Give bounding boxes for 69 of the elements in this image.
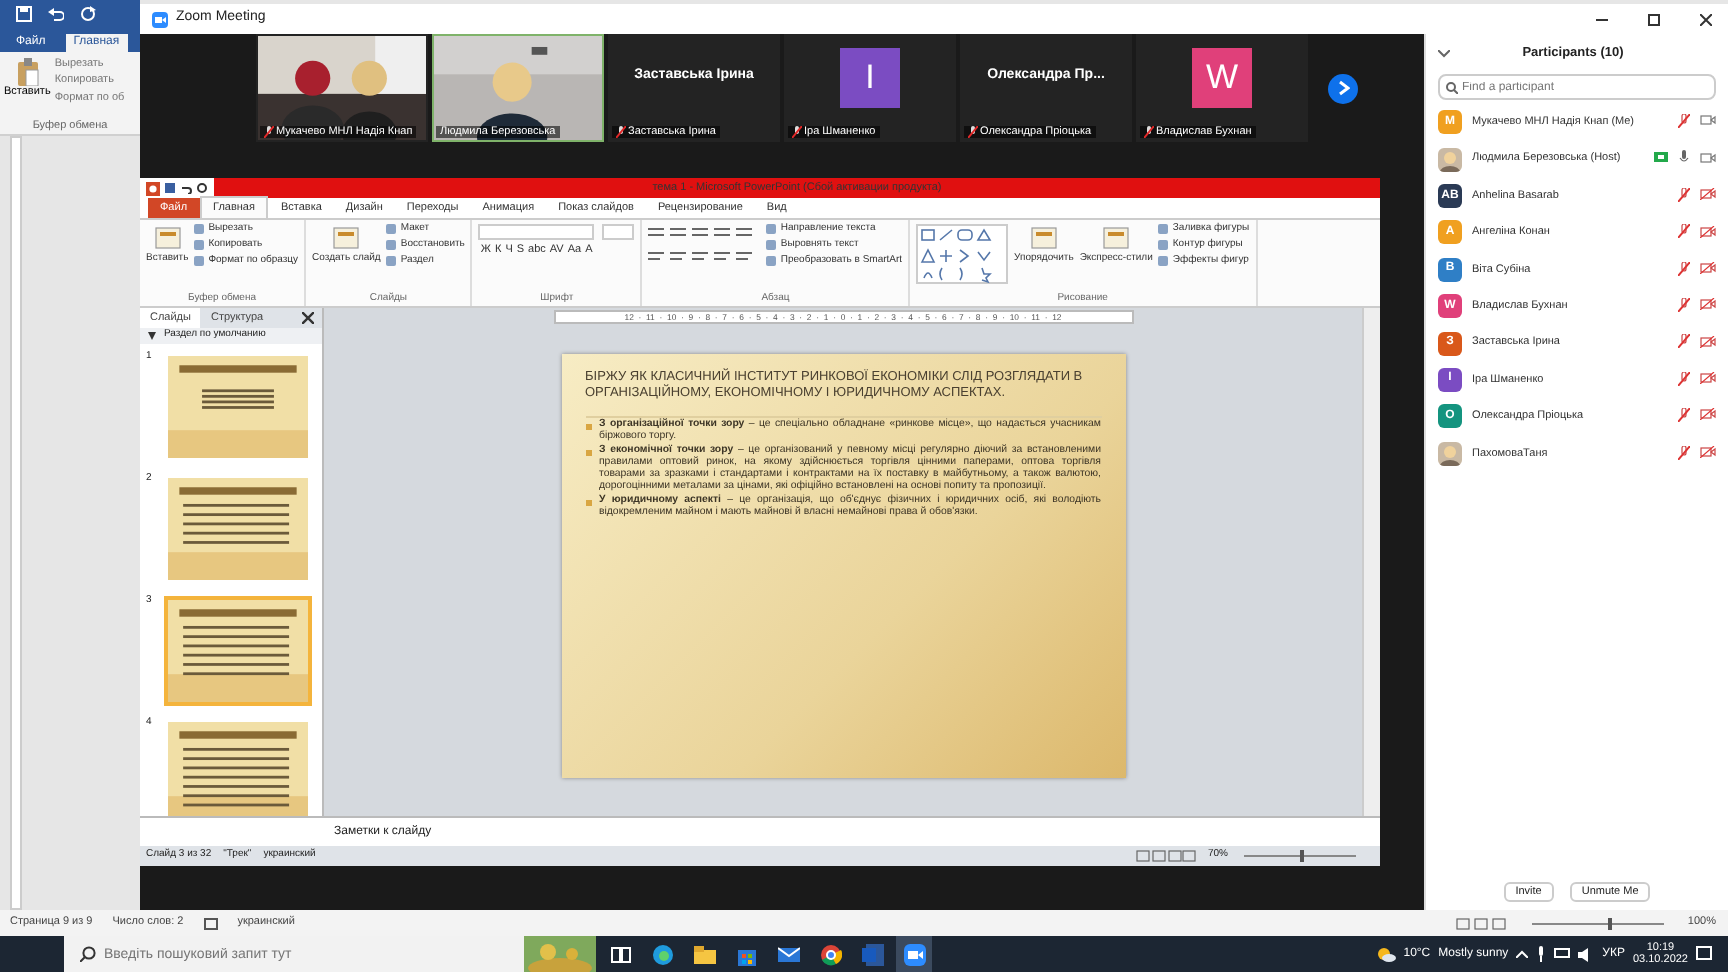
video-off-icon[interactable]: [1700, 408, 1716, 421]
undo-icon[interactable]: [180, 182, 192, 194]
redo-icon[interactable]: [196, 182, 208, 194]
bullet-icon: [585, 423, 591, 430]
video-off-icon[interactable]: [1700, 261, 1716, 274]
slide-thumbnail[interactable]: [164, 595, 312, 706]
notifications-icon[interactable]: [1696, 946, 1712, 962]
close-icon[interactable]: [302, 312, 314, 324]
muted-mic-icon: [1144, 125, 1154, 138]
slide-thumbnail[interactable]: [164, 351, 312, 462]
muted-mic-icon: [968, 125, 978, 138]
bullet-icon: [585, 499, 591, 506]
muted-mic-icon: [264, 125, 274, 138]
font-name-field[interactable]: [478, 224, 595, 240]
video-app-icon[interactable]: [896, 936, 932, 972]
slide-icon: [153, 224, 182, 252]
close-icon[interactable]: [1700, 13, 1712, 25]
muted-mic-icon[interactable]: [1678, 408, 1690, 423]
slide-icon: [332, 224, 361, 252]
video-off-icon[interactable]: [1700, 188, 1716, 201]
slide-thumbnail[interactable]: [164, 717, 312, 816]
video-camera-icon[interactable]: [1700, 151, 1716, 164]
bullet-icon: [585, 449, 591, 456]
zoom-logo-icon: [152, 11, 168, 27]
weather-icon[interactable]: [1375, 946, 1396, 962]
muted-mic-icon[interactable]: [1678, 261, 1690, 276]
slide-thumbnail[interactable]: [164, 473, 312, 584]
font-size-field[interactable]: [602, 224, 635, 240]
shapes-gallery-icon[interactable]: [916, 224, 1009, 284]
search-icon: [1446, 81, 1458, 93]
zoom-slider-icon[interactable]: [1527, 917, 1668, 929]
muted-mic-icon: [792, 125, 802, 138]
network-icon[interactable]: [1554, 948, 1571, 960]
muted-mic-icon[interactable]: [1678, 445, 1690, 460]
maximize-icon[interactable]: [1648, 13, 1660, 25]
muted-mic-icon[interactable]: [1678, 371, 1690, 386]
chevron-up-icon[interactable]: [1516, 950, 1529, 958]
muted-mic-icon[interactable]: [1678, 297, 1690, 312]
muted-mic-icon[interactable]: [1678, 114, 1690, 128]
slide-icon: [1029, 224, 1058, 252]
video-camera-icon[interactable]: [1700, 114, 1716, 127]
video-off-icon[interactable]: [1700, 298, 1716, 311]
zoom-slider-icon[interactable]: [1240, 850, 1360, 862]
save-icon[interactable]: [164, 182, 176, 194]
proofing-icon[interactable]: [203, 917, 218, 929]
view-buttons-icon[interactable]: [1135, 850, 1196, 862]
save-icon[interactable]: [16, 6, 32, 22]
minimize-icon[interactable]: [1596, 13, 1608, 25]
collapse-chevron-icon[interactable]: [1438, 50, 1450, 58]
collapse-triangle-icon[interactable]: [148, 331, 156, 340]
next-page-button[interactable]: [1328, 73, 1358, 103]
undo-icon[interactable]: [48, 6, 64, 22]
shapes-icon: [1102, 224, 1131, 252]
chevron-right-icon: [1337, 80, 1349, 96]
muted-mic-icon[interactable]: [1678, 334, 1690, 349]
video-off-icon[interactable]: [1700, 445, 1716, 458]
avatar: I: [840, 48, 900, 108]
avatar: W: [1192, 48, 1252, 108]
muted-mic-icon: [616, 125, 626, 138]
muted-mic-icon[interactable]: [1678, 187, 1690, 202]
video-off-icon[interactable]: [1700, 225, 1716, 237]
search-icon: [80, 946, 96, 962]
screen-share-icon: [1654, 152, 1668, 163]
scrollbar[interactable]: [1362, 308, 1380, 816]
muted-mic-icon[interactable]: [1678, 224, 1690, 239]
clipboard-icon: [15, 58, 40, 86]
microphone-icon[interactable]: [1536, 946, 1547, 962]
video-off-icon[interactable]: [1700, 372, 1716, 385]
video-off-icon[interactable]: [1700, 335, 1716, 348]
